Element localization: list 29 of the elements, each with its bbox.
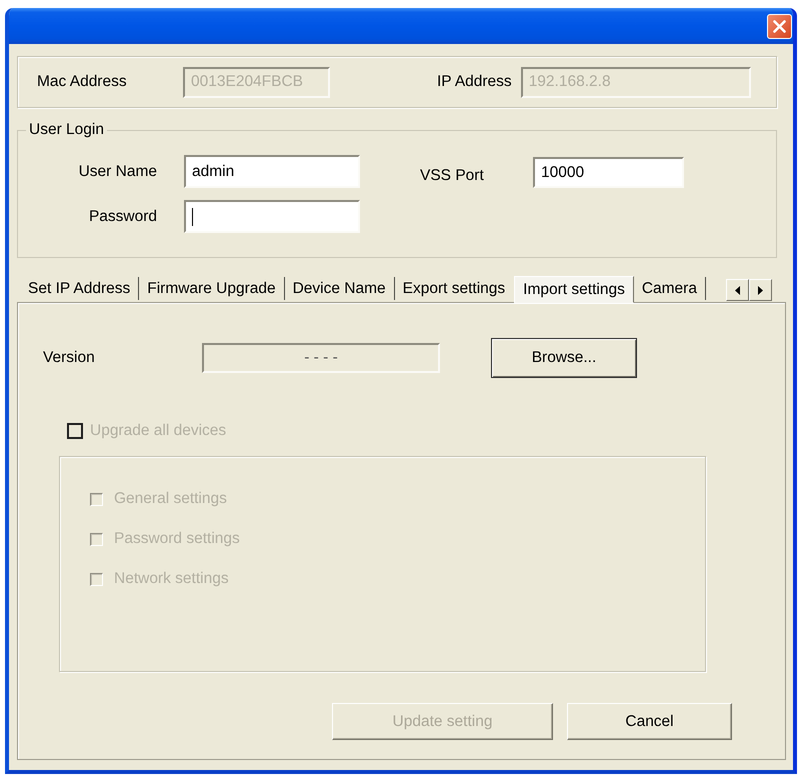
scroll-right-button[interactable] [749,279,772,301]
checkbox-label: Upgrade all devices [90,422,226,440]
tab[interactable]: Camera [634,277,706,300]
tab[interactable]: Device Name [284,277,395,300]
scroll-left-button[interactable] [726,279,749,301]
right-triangle-icon [758,286,763,294]
tab[interactable]: Set IP Address [20,277,140,300]
text-field[interactable]: admin [184,155,360,188]
text-field[interactable] [184,200,360,233]
field-label: IP Address [437,73,512,91]
browse-button[interactable]: Browse... [491,338,637,378]
field-label: VSS Port [420,166,485,184]
dialog-button[interactable]: Cancel [567,703,732,740]
text-field[interactable]: 10000 [533,157,684,188]
checkbox-label: Password settings [114,530,240,548]
tab[interactable]: Export settings [394,277,514,300]
version-field: - - - - [202,343,440,373]
field-label: Password [88,208,157,226]
checkbox-label: Network settings [114,570,229,588]
tab[interactable]: Import settings [514,276,634,303]
tab[interactable]: Firmware Upgrade [139,277,285,300]
close-icon [773,20,786,32]
field-label: User Name [78,162,157,180]
close-button[interactable] [767,14,792,38]
group-title: User Login [28,121,105,139]
left-triangle-icon [735,286,740,294]
field-label: Version [43,349,96,367]
field-label: Mac Address [37,73,128,91]
checkbox-label: General settings [114,490,227,508]
